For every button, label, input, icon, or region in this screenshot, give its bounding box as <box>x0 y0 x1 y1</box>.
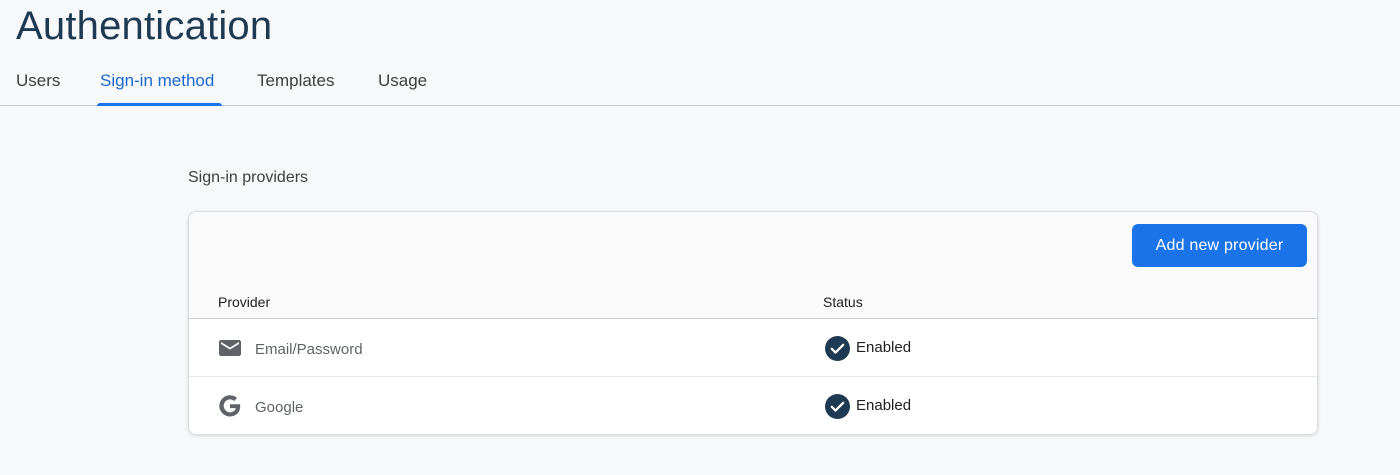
tab-usage[interactable]: Usage <box>378 70 427 92</box>
provider-name: Email/Password <box>255 341 363 358</box>
active-tab-indicator <box>97 103 222 106</box>
check-circle-icon <box>825 394 850 419</box>
add-new-provider-button[interactable]: Add new provider <box>1132 224 1307 267</box>
card-header: Add new provider Provider Status <box>189 212 1317 318</box>
column-header-status[interactable]: Status <box>823 293 863 311</box>
table-row[interactable]: Email/Password Enabled <box>189 319 1317 376</box>
tab-templates[interactable]: Templates <box>257 70 334 92</box>
provider-name: Google <box>255 399 304 416</box>
table-row[interactable]: Google Enabled <box>189 377 1317 434</box>
status-text: Enabled <box>856 339 912 356</box>
column-header-provider[interactable]: Provider <box>218 293 270 311</box>
status-text: Enabled <box>856 397 912 414</box>
tab-bar: Users Sign-in method Templates Usage <box>0 58 1400 106</box>
check-circle-icon <box>825 336 850 361</box>
section-title: Sign-in providers <box>188 169 309 186</box>
mail-icon <box>218 336 242 360</box>
google-icon <box>218 394 242 418</box>
tab-sign-in-method[interactable]: Sign-in method <box>100 70 214 92</box>
tab-users[interactable]: Users <box>16 70 60 92</box>
page-title: Authentication <box>16 4 273 48</box>
providers-card: Add new provider Provider Status Email/P… <box>188 211 1318 435</box>
